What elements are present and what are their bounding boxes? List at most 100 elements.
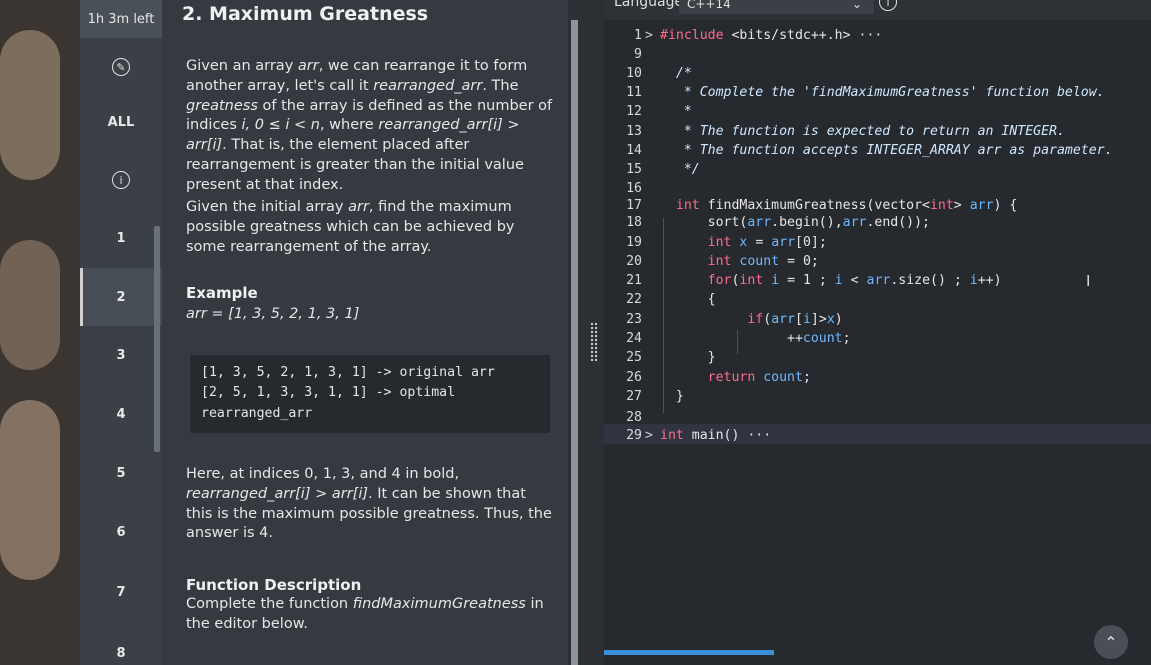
line-number: 16 xyxy=(626,181,642,196)
splitter-bar[interactable] xyxy=(571,20,578,665)
problem-intro: Given an array arr, we can rearrange it … xyxy=(186,58,553,193)
line-number: 19 xyxy=(626,235,642,250)
text-cursor-icon: I xyxy=(1086,272,1091,290)
line-number: 25 xyxy=(626,350,642,365)
code-line[interactable]: 20 int count = 0; xyxy=(604,254,1151,273)
line-number: 1 xyxy=(634,28,642,43)
fold-chevron-icon[interactable]: > xyxy=(645,428,653,443)
code-line[interactable]: 13 * The function is expected to return … xyxy=(604,124,1151,143)
line-number: 24 xyxy=(626,331,642,346)
code-line[interactable]: 19 int x = arr[0]; xyxy=(604,235,1151,254)
code-line[interactable]: 23 if(arr[i]>x) xyxy=(604,312,1151,331)
nav-all[interactable]: ALL xyxy=(80,115,162,130)
example-code-line: [1, 3, 5, 2, 1, 3, 1] -> original arr xyxy=(201,365,495,380)
problem-title: 2. Maximum Greatness xyxy=(182,3,429,25)
code-line[interactable]: 26 return count; xyxy=(604,370,1151,389)
edit-icon[interactable]: ✎ xyxy=(112,58,130,76)
code-line[interactable]: 14 * The function accepts INTEGER_ARRAY … xyxy=(604,143,1151,162)
line-number: 17 xyxy=(626,198,642,213)
scroll-to-top-button[interactable]: ⌃ xyxy=(1094,625,1128,659)
code-line[interactable]: 25 } xyxy=(604,350,1151,369)
code-line[interactable]: 28 xyxy=(604,410,1151,429)
code-text[interactable]: int main() ··· xyxy=(660,428,771,443)
nav-question-8[interactable]: 8 xyxy=(80,646,162,661)
line-number: 26 xyxy=(626,370,642,385)
editor-progress-bar xyxy=(604,650,774,655)
code-line[interactable]: 12 * xyxy=(604,104,1151,123)
code-text[interactable]: return count; xyxy=(660,370,811,385)
code-text[interactable]: /* xyxy=(660,66,692,81)
function-description-heading: Function Description xyxy=(186,576,362,594)
info-icon[interactable]: i xyxy=(112,171,130,189)
nav-question-5[interactable]: 5 xyxy=(80,466,162,481)
code-text[interactable]: if(arr[i]>x) xyxy=(660,312,842,327)
line-number: 12 xyxy=(626,104,642,119)
code-text[interactable]: } xyxy=(660,350,716,365)
line-number: 21 xyxy=(626,273,642,288)
code-text[interactable]: * The function is expected to return an … xyxy=(660,124,1065,139)
line-number: 23 xyxy=(626,312,642,327)
line-number: 15 xyxy=(626,162,642,177)
language-select[interactable]: C++14 ⌄ xyxy=(679,0,874,14)
code-text[interactable]: */ xyxy=(660,162,700,177)
example-explanation: Here, at indices 0, 1, 3, and 4 in bold,… xyxy=(186,466,552,542)
line-number: 9 xyxy=(634,47,642,62)
line-number: 14 xyxy=(626,143,642,158)
fold-chevron-icon[interactable]: > xyxy=(645,28,653,43)
function-description: Complete the function findMaximumGreatne… xyxy=(186,596,544,632)
line-number: 28 xyxy=(626,410,642,425)
line-number: 18 xyxy=(626,215,642,230)
line-number: 27 xyxy=(626,389,642,404)
line-number: 29 xyxy=(626,428,642,443)
code-text[interactable]: * The function accepts INTEGER_ARRAY arr… xyxy=(660,143,1113,158)
nav-scrollbar[interactable] xyxy=(154,226,160,452)
nav-question-7[interactable]: 7 xyxy=(80,585,162,600)
code-line[interactable]: 18 sort(arr.begin(),arr.end()); xyxy=(604,215,1151,234)
line-number: 11 xyxy=(626,85,642,100)
time-remaining: 1h 3m left xyxy=(80,0,162,38)
example-heading: Example xyxy=(186,284,258,302)
code-line[interactable]: 21 for(int i = 1 ; i < arr.size() ; i++) xyxy=(604,273,1151,292)
code-text[interactable]: { xyxy=(660,292,716,307)
code-line[interactable]: 29 > int main() ··· xyxy=(604,428,1151,447)
background-bezel xyxy=(0,0,80,665)
code-text[interactable]: * Complete the 'findMaximumGreatness' fu… xyxy=(660,85,1105,100)
question-nav xyxy=(80,0,162,665)
code-line[interactable]: 9 xyxy=(604,47,1151,66)
code-text[interactable]: int x = arr[0]; xyxy=(660,235,827,250)
nav-question-4[interactable]: 4 xyxy=(80,407,162,422)
code-text[interactable]: sort(arr.begin(),arr.end()); xyxy=(660,215,930,230)
example-code-block: [1, 3, 5, 2, 1, 3, 1] -> original arr [2… xyxy=(190,355,550,433)
code-text[interactable]: for(int i = 1 ; i < arr.size() ; i++) xyxy=(660,273,1002,288)
chevron-down-icon: ⌄ xyxy=(851,0,862,11)
code-line[interactable]: 11 * Complete the 'findMaximumGreatness'… xyxy=(604,85,1151,104)
code-text[interactable]: ++count; xyxy=(660,331,851,346)
language-value: C++14 xyxy=(687,0,731,11)
nav-question-2[interactable]: 2 xyxy=(80,290,162,305)
example-array: arr = [1, 3, 5, 2, 1, 3, 1] xyxy=(186,306,360,322)
problem-task: Given the initial array arr, find the ma… xyxy=(186,199,515,255)
code-line[interactable]: 1 > #include <bits/stdc++.h> ··· xyxy=(604,28,1151,47)
nav-question-6[interactable]: 6 xyxy=(80,525,162,540)
line-number: 13 xyxy=(626,124,642,139)
code-text[interactable]: int findMaximumGreatness(vector<int> arr… xyxy=(660,198,1017,213)
language-label: Language xyxy=(614,0,684,10)
code-line[interactable]: 15 */ xyxy=(604,162,1151,181)
code-line[interactable]: 10 /* xyxy=(604,66,1151,85)
code-text[interactable]: int count = 0; xyxy=(660,254,819,269)
code-text[interactable]: } xyxy=(660,389,684,404)
nav-question-3[interactable]: 3 xyxy=(80,348,162,363)
line-number: 22 xyxy=(626,292,642,307)
code-text[interactable]: * xyxy=(660,104,692,119)
example-code-line: rearranged_arr xyxy=(201,406,313,421)
code-text[interactable]: #include <bits/stdc++.h> ··· xyxy=(660,28,882,43)
code-line[interactable]: 22 { xyxy=(604,292,1151,311)
line-number: 20 xyxy=(626,254,642,269)
line-number: 10 xyxy=(626,66,642,81)
code-line[interactable]: 27 } xyxy=(604,389,1151,408)
code-line[interactable]: 24 ++count; xyxy=(604,331,1151,350)
nav-question-1[interactable]: 1 xyxy=(80,231,162,246)
splitter-grip-icon[interactable] xyxy=(590,322,598,362)
example-code-line: [2, 5, 1, 3, 3, 1, 1] -> optimal xyxy=(201,385,456,400)
pane-splitter[interactable] xyxy=(568,0,604,665)
